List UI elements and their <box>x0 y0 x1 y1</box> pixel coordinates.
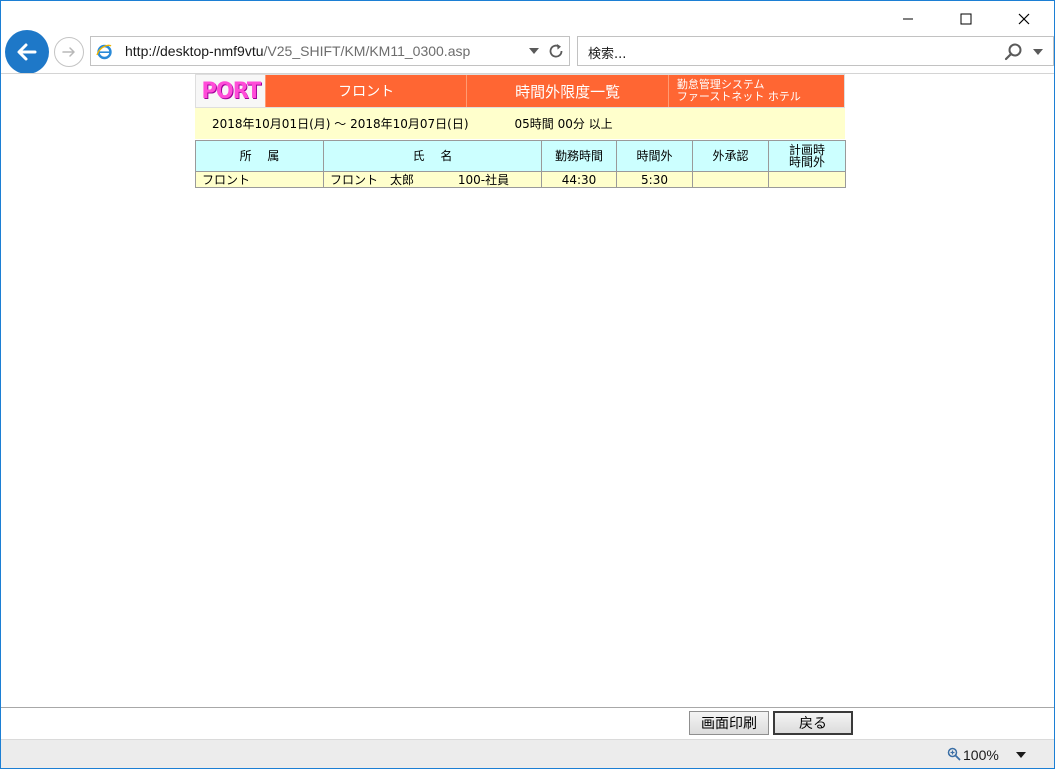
back-button[interactable] <box>5 30 49 74</box>
browser-window: http://desktop-nmf9vtu/V25_SHIFT/KM/KM11… <box>0 0 1055 769</box>
department-title: フロント <box>264 75 467 107</box>
overtime-limit-report: PORT フロント 時間外限度一覧 勤怠管理システム ファーストネット ホテル … <box>195 74 846 188</box>
arrow-right-icon <box>62 47 75 57</box>
column-header-department: 所 属 <box>195 140 324 172</box>
chevron-down-icon <box>529 48 539 54</box>
search-condition: 2018年10月01日(月) ～ 2018年10月07日(日) 05時間 00分… <box>195 108 845 139</box>
column-header-planned-overtime: 計画時 時間外 <box>768 140 846 172</box>
arrow-left-icon <box>17 43 37 61</box>
close-icon <box>1018 13 1030 25</box>
refresh-icon <box>549 44 563 58</box>
overtime-threshold: 05時間 00分 以上 <box>514 117 613 131</box>
print-screen-button[interactable]: 画面印刷 <box>689 711 769 735</box>
address-bar[interactable]: http://desktop-nmf9vtu/V25_SHIFT/KM/KM11… <box>90 36 570 66</box>
port-logo: PORT <box>196 75 265 107</box>
refresh-button[interactable] <box>546 41 566 61</box>
zoom-level[interactable]: 100% <box>963 747 999 763</box>
url-text: http://desktop-nmf9vtu/V25_SHIFT/KM/KM11… <box>125 43 470 59</box>
zoom-icon <box>947 747 961 761</box>
system-name: 勤怠管理システム ファーストネット ホテル <box>667 75 844 107</box>
address-dropdown-button[interactable] <box>526 43 542 59</box>
table-row: フロント フロント 太郎 100-社員 44:30 5:30 <box>195 171 846 188</box>
search-icon <box>1004 43 1022 61</box>
employee-code: 100-社員 <box>457 172 510 187</box>
cell-work-hours: 44:30 <box>541 171 617 188</box>
close-button[interactable] <box>995 1 1053 37</box>
employee-name: フロント 太郎 <box>330 172 415 187</box>
cell-department: フロント <box>195 171 324 188</box>
column-header-work-hours: 勤務時間 <box>541 140 617 172</box>
minimize-button[interactable] <box>879 1 937 37</box>
column-header-name: 氏 名 <box>323 140 542 172</box>
maximize-button[interactable] <box>937 1 995 37</box>
url-path: /V25_SHIFT/KM/KM11_0300.asp <box>263 43 471 59</box>
status-bar: 100% <box>1 739 1054 768</box>
cell-planned-overtime <box>768 171 846 188</box>
url-host: http://desktop-nmf9vtu <box>125 43 264 59</box>
search-input[interactable]: 検索... <box>588 43 626 62</box>
zoom-dropdown-button[interactable] <box>1014 749 1028 761</box>
cell-outside-approval <box>692 171 769 188</box>
planned-overtime-line2: 時間外 <box>788 155 825 169</box>
overtime-table: 所 属 氏 名 勤務時間 時間外 外承認 計画時 時間外 フロント フロント 太… <box>195 140 846 188</box>
page-title: 時間外限度一覧 <box>466 75 668 107</box>
chevron-down-icon <box>1033 49 1043 55</box>
table-header-row: 所 属 氏 名 勤務時間 時間外 外承認 計画時 時間外 <box>195 140 846 172</box>
report-header: PORT フロント 時間外限度一覧 勤怠管理システム ファーストネット ホテル <box>195 74 845 108</box>
minimize-icon <box>903 18 913 20</box>
internet-explorer-icon <box>96 44 112 60</box>
period-range: 2018年10月01日(月) ～ 2018年10月07日(日) <box>212 117 469 131</box>
chevron-down-icon <box>1016 752 1026 758</box>
toolbar-divider <box>1 707 1054 708</box>
maximize-icon <box>960 13 972 25</box>
cell-name: フロント 太郎 100-社員 <box>323 171 542 188</box>
logo-text: PORT <box>201 78 261 104</box>
column-header-outside-approval: 外承認 <box>692 140 769 172</box>
cell-overtime: 5:30 <box>616 171 693 188</box>
system-name-line2: ファーストネット ホテル <box>676 90 801 103</box>
forward-button[interactable] <box>54 37 84 67</box>
search-provider-dropdown[interactable] <box>1030 44 1046 60</box>
column-header-overtime: 時間外 <box>616 140 693 172</box>
search-button[interactable] <box>1003 41 1025 63</box>
search-box[interactable]: 検索... <box>577 36 1054 66</box>
return-button[interactable]: 戻る <box>773 711 853 735</box>
